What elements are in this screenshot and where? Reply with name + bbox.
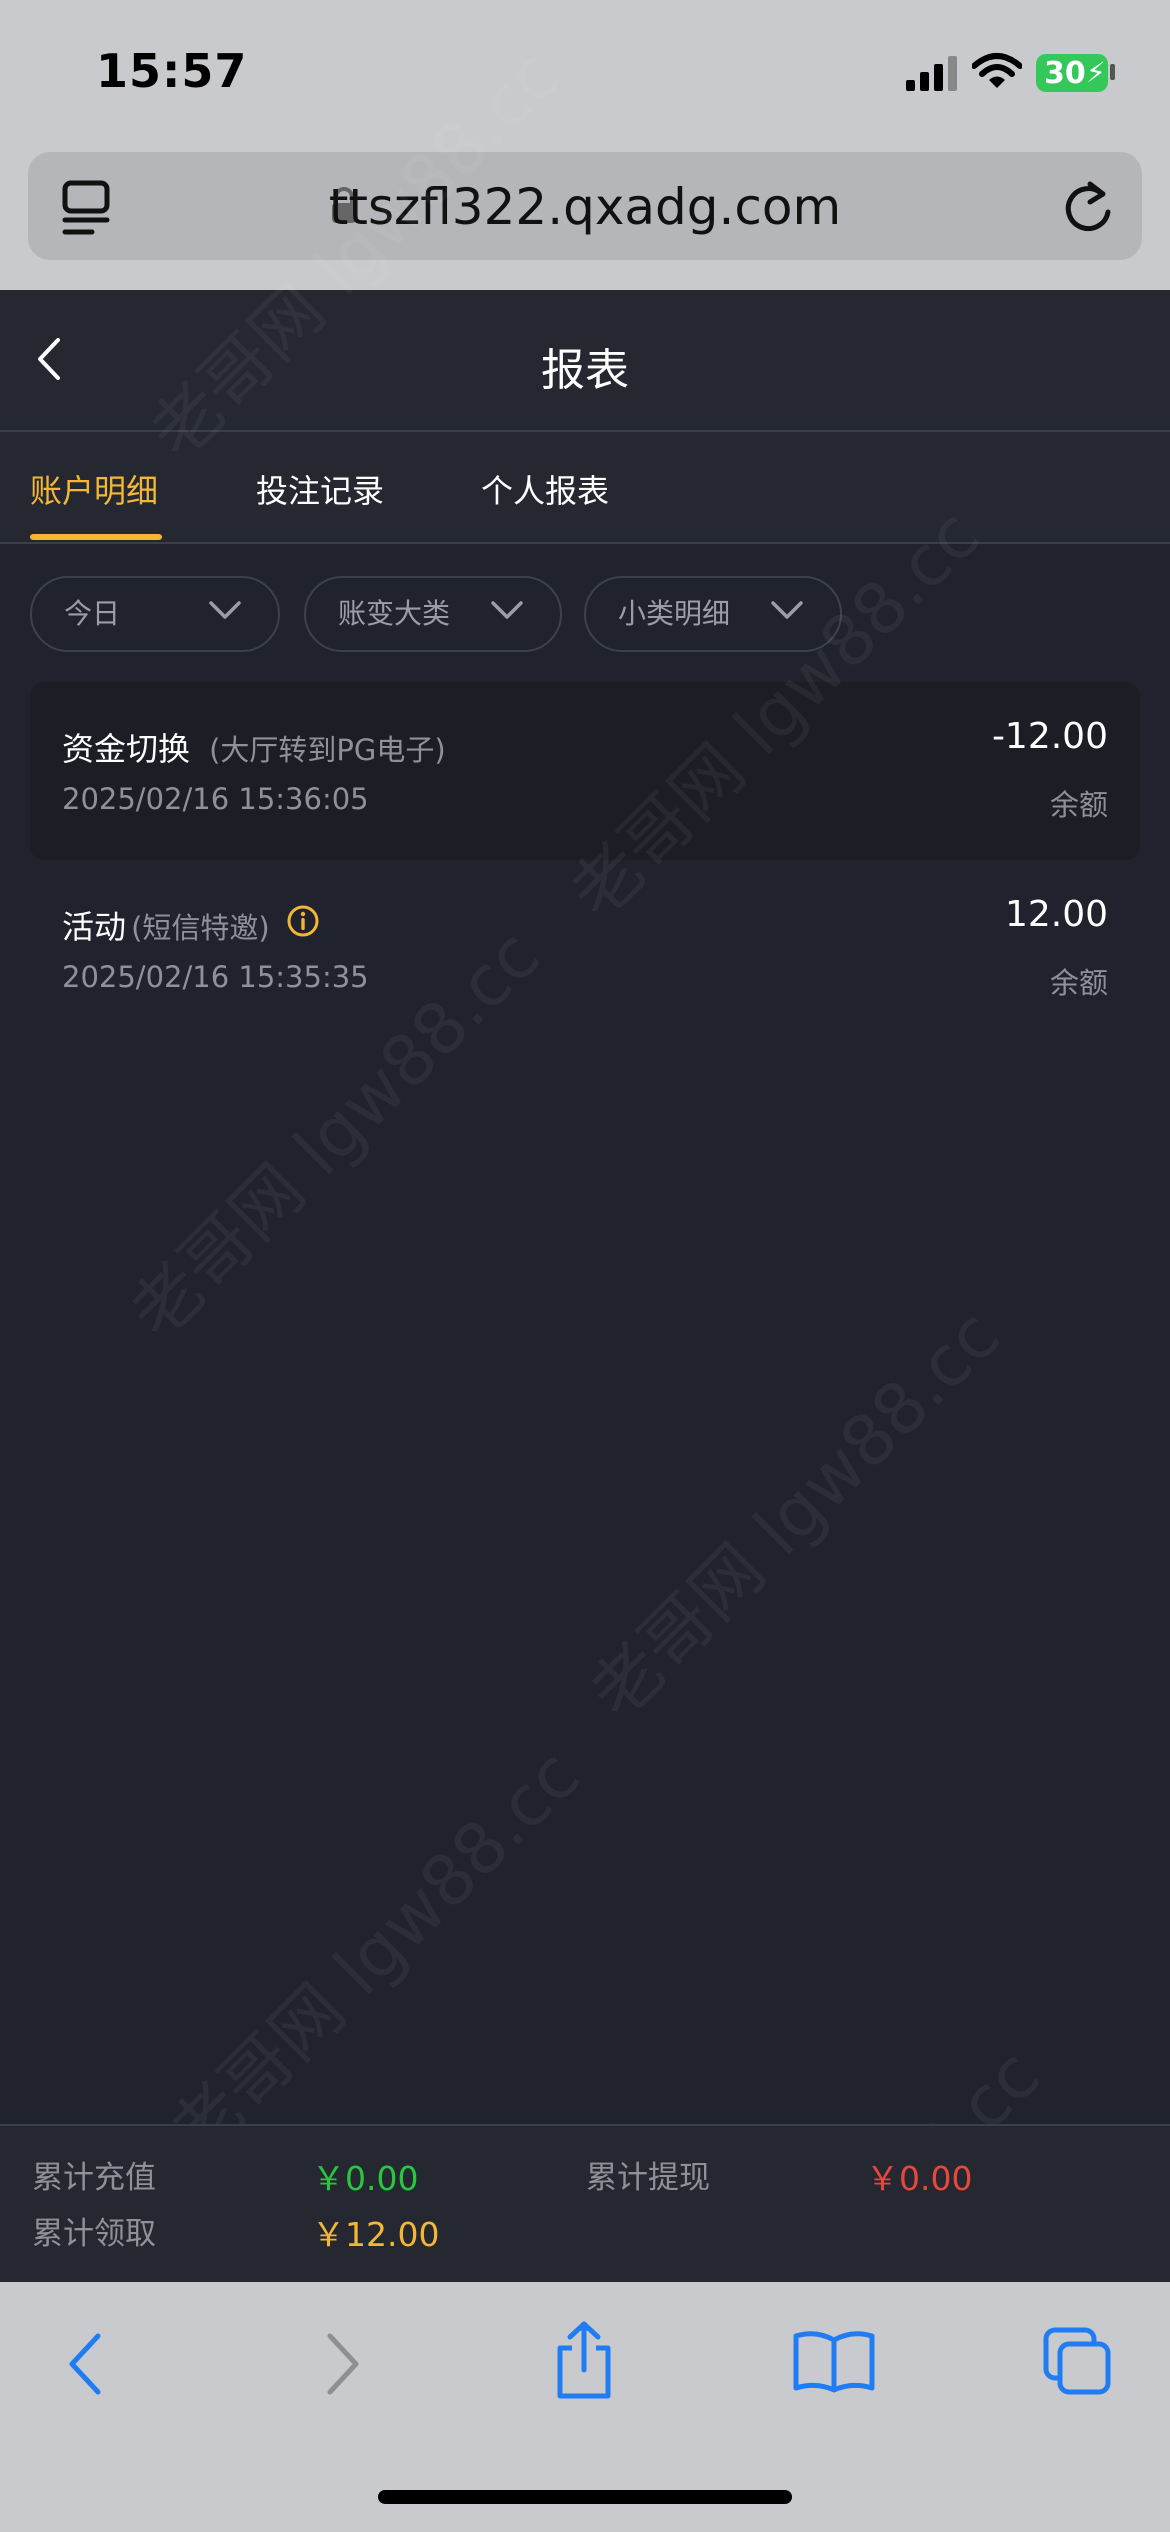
claim-value: ￥12.00 — [312, 2215, 440, 2254]
tab-personal-report[interactable]: 个人报表 — [481, 466, 609, 512]
home-indicator — [378, 2490, 792, 2504]
subcategory-filter-dropdown[interactable]: 小类明细 — [584, 576, 842, 652]
browser-back-icon[interactable] — [66, 2332, 106, 2396]
record-subtitle: (短信特邀) — [131, 911, 270, 945]
battery-cap — [1110, 64, 1115, 80]
record-datetime: 2025/02/16 15:36:05 — [62, 782, 369, 816]
record-balance-label: 余额 — [1049, 966, 1108, 1000]
tab-account-details[interactable]: 账户明细 — [30, 466, 158, 512]
bookmarks-icon[interactable] — [792, 2328, 876, 2394]
battery-icon: 30 ⚡ — [1036, 54, 1108, 92]
withdraw-label: 累计提现 — [586, 2160, 710, 2196]
record-title-row: 资金切换 (大厅转到PG电子) — [62, 724, 446, 770]
chevron-down-icon — [771, 601, 803, 619]
tabs-icon[interactable] — [1042, 2326, 1114, 2398]
url-text[interactable]: ttszfl322.qxadg.com — [0, 178, 1170, 236]
wifi-icon — [972, 53, 1022, 88]
record-title-row: 活动 (短信特邀) — [62, 902, 270, 948]
record-title: 活动 — [62, 908, 127, 946]
charging-bolt-icon: ⚡ — [1086, 56, 1106, 89]
list-item[interactable] — [30, 682, 1140, 860]
record-amount: 12.00 — [1004, 894, 1108, 935]
list-item[interactable] — [30, 862, 1140, 1040]
category-filter-dropdown[interactable]: 账变大类 — [304, 576, 562, 652]
record-balance-label: 余额 — [1049, 788, 1108, 822]
record-datetime: 2025/02/16 15:35:35 — [62, 960, 369, 994]
info-icon[interactable] — [286, 904, 320, 938]
page-title: 报表 — [541, 345, 629, 396]
record-subtitle: (大厅转到PG电子) — [209, 733, 446, 767]
date-filter-dropdown[interactable]: 今日 — [30, 576, 280, 652]
tab-bet-records[interactable]: 投注记录 — [256, 466, 384, 512]
share-icon[interactable] — [552, 2320, 616, 2400]
recharge-value: ￥0.00 — [312, 2159, 419, 2198]
summary-footer — [0, 2124, 1170, 2284]
watermark: 老哥网 lgw88.cc — [574, 1293, 1016, 1735]
cellular-signal-icon — [906, 56, 957, 91]
claim-label: 累计领取 — [32, 2216, 156, 2252]
record-amount: -12.00 — [991, 716, 1108, 757]
reload-icon[interactable] — [1062, 180, 1114, 236]
battery-level: 30 — [1044, 56, 1086, 91]
category-filter-label: 账变大类 — [338, 597, 451, 630]
active-tab-indicator — [30, 534, 162, 540]
subcategory-filter-label: 小类明细 — [618, 597, 731, 630]
status-time: 15:57 — [96, 44, 248, 98]
record-title: 资金切换 — [62, 730, 191, 768]
chevron-down-icon — [491, 601, 523, 619]
withdraw-value: ￥0.00 — [866, 2159, 973, 2198]
chevron-down-icon — [209, 601, 241, 619]
recharge-label: 累计充值 — [32, 2160, 156, 2196]
watermark: 老哥网 lgw88.cc — [154, 1733, 596, 2175]
date-filter-label: 今日 — [64, 597, 121, 630]
browser-forward-icon[interactable] — [322, 2332, 362, 2396]
